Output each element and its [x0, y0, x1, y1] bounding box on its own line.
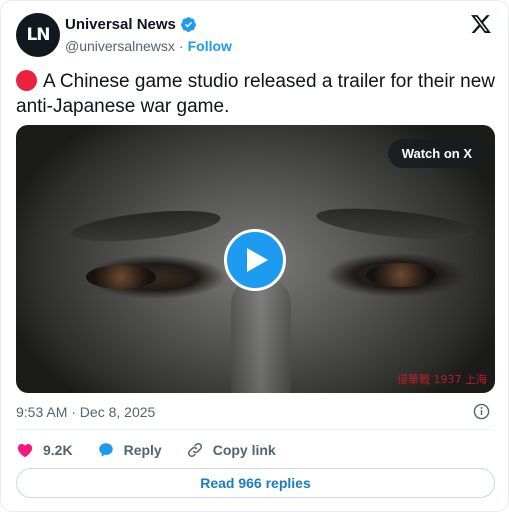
tweet-card: LN Universal News @universalnewsx · Foll… [0, 0, 509, 512]
like-button[interactable]: 9.2K [16, 441, 73, 459]
divider [16, 429, 493, 430]
watch-on-x-button[interactable]: Watch on X [387, 139, 486, 168]
author-handle-row: @universalnewsx · Follow [65, 38, 232, 54]
avatar[interactable]: LN [16, 13, 60, 57]
copy-link-label: Copy link [212, 442, 276, 458]
reply-button[interactable]: Reply [97, 441, 162, 459]
post-text-body: A Chinese game studio released a trailer… [16, 71, 496, 117]
author-name-row: Universal News [65, 16, 197, 33]
red-circle-icon [16, 70, 37, 91]
heart-icon [17, 444, 33, 458]
play-button[interactable] [224, 229, 286, 291]
follow-button[interactable]: Follow [188, 38, 232, 54]
separator-dot: · [178, 38, 184, 54]
face-nose [231, 275, 291, 393]
play-icon [247, 248, 268, 272]
read-replies-button[interactable]: Read 966 replies [16, 468, 495, 498]
post-text: A Chinese game studio released a trailer… [16, 69, 496, 119]
face-eye-left [86, 265, 156, 289]
post-timestamp[interactable]: 9:53 AM · Dec 8, 2025 [16, 404, 155, 420]
author-handle[interactable]: @universalnewsx [65, 38, 175, 54]
video-watermark: 侵華戰 1937 上海 [397, 373, 487, 386]
face-eye-right [366, 263, 436, 287]
face-brow-right [315, 202, 477, 246]
action-bar: 9.2K Reply Copy link [16, 439, 300, 461]
author-display-name[interactable]: Universal News [65, 16, 176, 33]
link-icon [187, 442, 202, 458]
reply-label: Reply [123, 442, 162, 458]
x-logo-icon[interactable] [470, 13, 492, 35]
face-brow-left [70, 205, 222, 247]
like-count: 9.2K [43, 442, 73, 458]
video-thumbnail[interactable]: Watch on X 侵華戰 1937 上海 [16, 125, 495, 393]
info-icon[interactable] [473, 403, 490, 420]
reply-bubble-icon [98, 443, 113, 457]
verified-badge-icon [180, 17, 196, 32]
copy-link-button[interactable]: Copy link [186, 441, 276, 459]
